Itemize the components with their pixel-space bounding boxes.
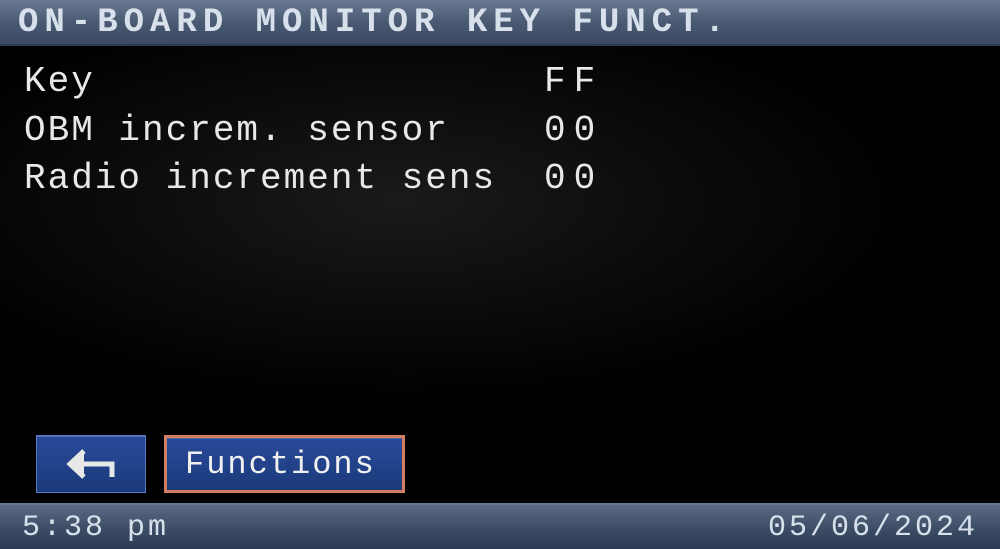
row-value: 00 [544, 155, 664, 204]
button-row: Functions [0, 435, 1000, 503]
functions-button[interactable]: Functions [164, 435, 405, 493]
data-row: Key FF [24, 58, 976, 107]
status-time: 5:38 pm [22, 511, 169, 545]
row-value: FF [544, 58, 664, 107]
row-label: Radio increment sens [24, 155, 544, 204]
back-arrow-icon [66, 447, 116, 481]
back-button[interactable] [36, 435, 146, 493]
content-area: Key FF OBM increm. sensor 00 Radio incre… [0, 46, 1000, 435]
data-row: Radio increment sens 00 [24, 155, 976, 204]
status-bar: 5:38 pm 05/06/2024 [0, 503, 1000, 549]
functions-button-label: Functions [185, 446, 376, 483]
data-row: OBM increm. sensor 00 [24, 107, 976, 156]
row-value: 00 [544, 107, 664, 156]
page-title: ON-BOARD MONITOR KEY FUNCT. [0, 0, 1000, 46]
row-label: OBM increm. sensor [24, 107, 544, 156]
status-date: 05/06/2024 [768, 511, 978, 545]
row-label: Key [24, 58, 544, 107]
